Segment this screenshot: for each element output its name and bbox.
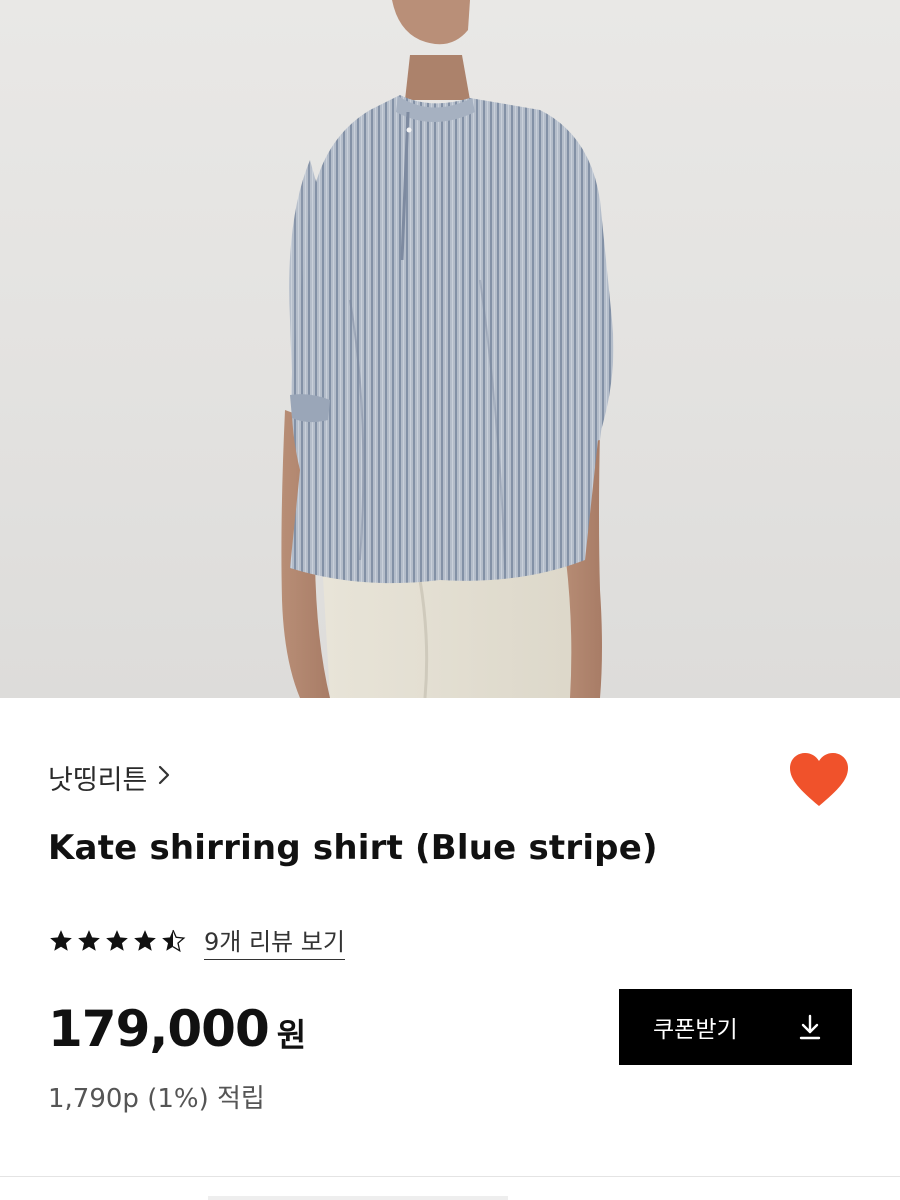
chevron-right-icon: [157, 762, 171, 793]
review-link[interactable]: 9개 리뷰 보기: [204, 922, 345, 960]
product-title: Kate shirring shirt (Blue stripe): [48, 828, 658, 868]
next-section-edge: [208, 1196, 508, 1200]
star-icon: [134, 930, 156, 951]
brand-name: 낫띵리튼: [48, 765, 148, 796]
coupon-button[interactable]: 쿠폰받기: [619, 989, 852, 1065]
rating-row: 9개 리뷰 보기: [48, 922, 345, 960]
brand-link[interactable]: 낫띵리튼: [48, 758, 171, 797]
heart-icon: [788, 753, 850, 812]
reward-points: 1,790p (1%) 적립: [48, 1084, 265, 1114]
half-star-icon: [162, 929, 186, 953]
price-unit: 원: [276, 1016, 307, 1054]
star-icon: [50, 930, 72, 951]
section-divider: [0, 1176, 900, 1177]
favorite-button[interactable]: [788, 752, 850, 808]
star-icon: [106, 930, 128, 951]
coupon-label: 쿠폰받기: [653, 1017, 738, 1043]
product-detail-page: 낫띵리튼 Kate shirring shirt (Blue stripe) 9…: [0, 0, 900, 1200]
download-icon: [798, 1014, 822, 1040]
price: 179,000 원: [48, 1000, 306, 1058]
star-icon: [78, 930, 100, 951]
product-image: [0, 0, 900, 698]
price-amount: 179,000: [48, 1000, 270, 1058]
star-rating: [48, 928, 186, 954]
